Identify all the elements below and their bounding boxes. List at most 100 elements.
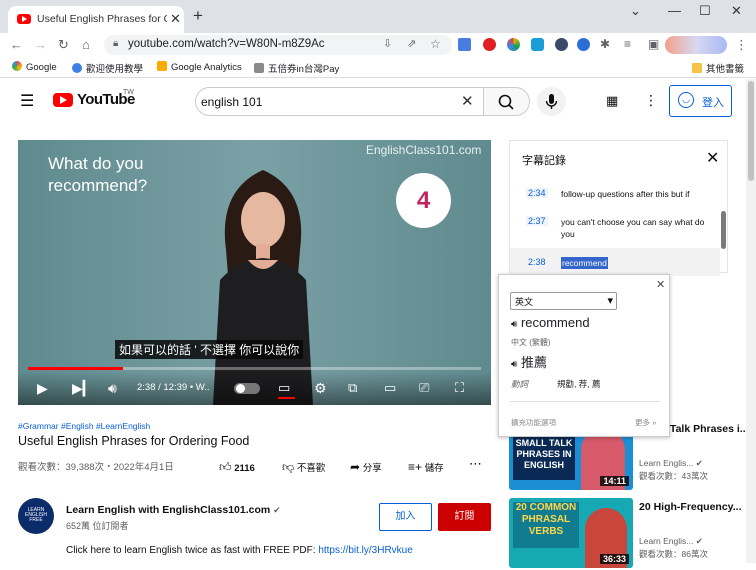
browser-menu-icon[interactable]: ⋮ — [735, 37, 748, 53]
url-text[interactable]: youtube.com/watch?v=W80N-m8Z9Ac — [128, 38, 325, 50]
transcript-segment[interactable]: 2:37 you can't choose you can say what d… — [510, 211, 720, 245]
more-actions-icon[interactable]: ⋯ — [469, 456, 482, 472]
pay-icon — [254, 63, 264, 73]
play-icon[interactable]: ▶ — [37, 380, 48, 397]
share-page-icon[interactable]: ⇗ — [407, 37, 416, 50]
video-thumbnail[interactable]: 20 COMMON PHRASAL VERBS 36:33 — [509, 498, 633, 568]
new-tab-icon[interactable]: + — [193, 6, 203, 26]
transcript-segment-active[interactable]: 2:38 recommend — [510, 248, 720, 276]
close-transcript-icon[interactable]: ✕ — [706, 148, 719, 168]
install-icon[interactable]: ⇩ — [383, 37, 392, 50]
video-player[interactable]: What do you recommend? EnglishClass101.c… — [18, 140, 491, 405]
fullscreen-icon[interactable]: ⛶ — [455, 380, 464, 396]
page-scrollbar[interactable] — [746, 79, 756, 563]
source-language-select[interactable]: 英文 — [510, 292, 617, 310]
progress-bar[interactable] — [28, 367, 481, 370]
hamburger-menu-icon[interactable]: ☰ — [20, 91, 34, 111]
next-icon[interactable]: ▶▎ — [72, 380, 94, 397]
maximize-icon[interactable]: ☐ — [699, 3, 711, 19]
more-link[interactable]: 更多 » — [635, 417, 656, 428]
settings-more-icon[interactable]: ⋮ — [644, 92, 658, 109]
reload-icon[interactable]: ↻ — [58, 37, 69, 53]
back-icon[interactable]: ← — [10, 37, 23, 52]
video-description: Click here to learn English twice as fas… — [66, 545, 413, 556]
other-bookmarks[interactable]: 其他書籤 — [692, 61, 744, 75]
join-button[interactable]: 加入 — [379, 503, 432, 531]
bookmark-taiwanpay[interactable]: 五倍券in台灣Pay — [254, 61, 339, 75]
adblock-extension-icon[interactable] — [483, 38, 496, 51]
related-video-card[interactable]: 20 COMMON PHRASAL VERBS 36:33 20 High-Fr… — [509, 498, 749, 570]
theater-mode-icon[interactable]: ▭ — [384, 380, 396, 396]
like-button[interactable]: 👍︎ 2116 — [219, 460, 255, 475]
youtube-logo-icon[interactable] — [53, 93, 73, 107]
extension-options-link[interactable]: 擴充功能選項 — [511, 417, 556, 428]
bookmark-analytics[interactable]: Google Analytics — [157, 61, 242, 73]
autoplay-toggle[interactable] — [234, 383, 260, 394]
side-panel-icon[interactable]: ▣ — [648, 37, 659, 51]
close-tab-icon[interactable]: ✕ — [170, 11, 181, 27]
channel-avatar[interactable]: LEARN ENGLISH FREE — [18, 498, 54, 534]
transcript-scrollbar[interactable] — [721, 211, 726, 249]
save-button[interactable]: ≡+ 儲存 — [408, 460, 444, 474]
share-button[interactable]: ➦ 分享 — [350, 460, 382, 474]
close-window-icon[interactable]: ✕ — [731, 3, 742, 19]
description-link[interactable]: https://bit.ly/3HRvkue — [318, 545, 412, 556]
microphone-icon — [545, 94, 558, 109]
chrome-extension-icon[interactable] — [507, 38, 520, 51]
translate-extension-icon[interactable] — [458, 38, 471, 51]
search-box[interactable]: english 101 ✕ — [195, 87, 484, 116]
video-brand-watermark: EnglishClass101.com — [366, 143, 482, 157]
speaker-icon[interactable]: 🔊︎ — [511, 319, 517, 330]
copy-extension-icon[interactable] — [531, 38, 544, 51]
transcript-segment[interactable]: 2:34 follow-up questions after this but … — [510, 183, 720, 211]
close-popup-icon[interactable]: ✕ — [656, 278, 665, 291]
lock-icon[interactable]: 🔒︎ — [113, 38, 118, 49]
toggle-knob — [236, 384, 245, 393]
miniplayer-icon[interactable]: ⧉ — [348, 380, 357, 396]
browser-toolbar: ← → ↻ ⌂ 🔒︎ youtube.com/watch?v=W80N-m8Z9… — [0, 33, 756, 57]
apps-grid-icon[interactable]: ▦ — [606, 93, 618, 109]
profile-avatar[interactable] — [665, 36, 727, 54]
translation: 🔊︎ 推薦 — [511, 352, 547, 371]
channel-name[interactable]: Learn English with EnglishClass101.com ✔ — [66, 504, 281, 516]
scrollbar-thumb[interactable] — [748, 81, 754, 181]
related-video-title[interactable]: 20 High-Frequency... — [639, 500, 749, 514]
share-label: 分享 — [362, 463, 382, 474]
video-hashtags[interactable]: #Grammar #English #LearnEnglish — [18, 421, 150, 431]
verified-icon: ✔ — [695, 536, 703, 546]
cast-icon[interactable]: ⎚ — [419, 380, 429, 396]
signin-button[interactable]: ◡ 登入 — [669, 85, 732, 117]
forward-icon[interactable]: → — [34, 37, 47, 52]
voice-search-button[interactable] — [537, 87, 566, 116]
source-word-text: recommend — [520, 315, 590, 330]
search-button[interactable] — [483, 87, 530, 116]
volume-icon[interactable]: 🔊︎ — [108, 380, 117, 397]
dark-extension-icon[interactable] — [555, 38, 568, 51]
bookmark-tutorial[interactable]: 歡迎使用教學 — [72, 61, 143, 75]
address-bar[interactable]: 🔒︎ youtube.com/watch?v=W80N-m8Z9Ac — [104, 35, 452, 55]
home-icon[interactable]: ⌂ — [82, 37, 90, 52]
thumbnail-text: 20 COMMON PHRASAL VERBS — [513, 502, 579, 548]
settings-gear-icon[interactable]: ⚙ — [314, 380, 327, 397]
minimize-icon[interactable]: — — [668, 3, 681, 18]
search-input[interactable]: english 101 — [201, 95, 262, 109]
extensions-puzzle-icon[interactable]: ✱ — [600, 37, 610, 51]
bookmark-star-icon[interactable]: ☆ — [430, 37, 441, 51]
media-control-icon[interactable]: ≡ — [624, 37, 631, 51]
related-channel-text: Learn Englis... — [639, 536, 694, 546]
subscribe-button[interactable]: 訂閱 — [438, 503, 491, 531]
blue-extension-icon[interactable] — [577, 38, 590, 51]
segment-timestamp: 2:37 — [526, 216, 548, 226]
related-channel-name[interactable]: Learn Englis... ✔ — [639, 536, 703, 547]
browser-tab[interactable]: Useful English Phrases for Orde ✕ — [8, 6, 184, 33]
bookmark-google[interactable]: Google — [12, 61, 57, 73]
tab-title: Useful English Phrases for Orde — [37, 13, 167, 25]
speaker-icon[interactable]: 🔊︎ — [511, 359, 517, 370]
subtitles-icon[interactable]: ▭ — [278, 380, 290, 396]
dislike-button[interactable]: 👎︎ 不喜歡 — [282, 460, 325, 475]
related-channel-name[interactable]: Learn Englis... ✔ — [639, 458, 703, 469]
channel-name-text: Learn English with EnglishClass101.com — [66, 504, 271, 516]
video-meta: 觀看次數：39,388次・2022年4月1日 — [18, 462, 174, 473]
tab-search-icon[interactable]: ⌄ — [630, 3, 641, 19]
clear-search-icon[interactable]: ✕ — [461, 92, 474, 110]
